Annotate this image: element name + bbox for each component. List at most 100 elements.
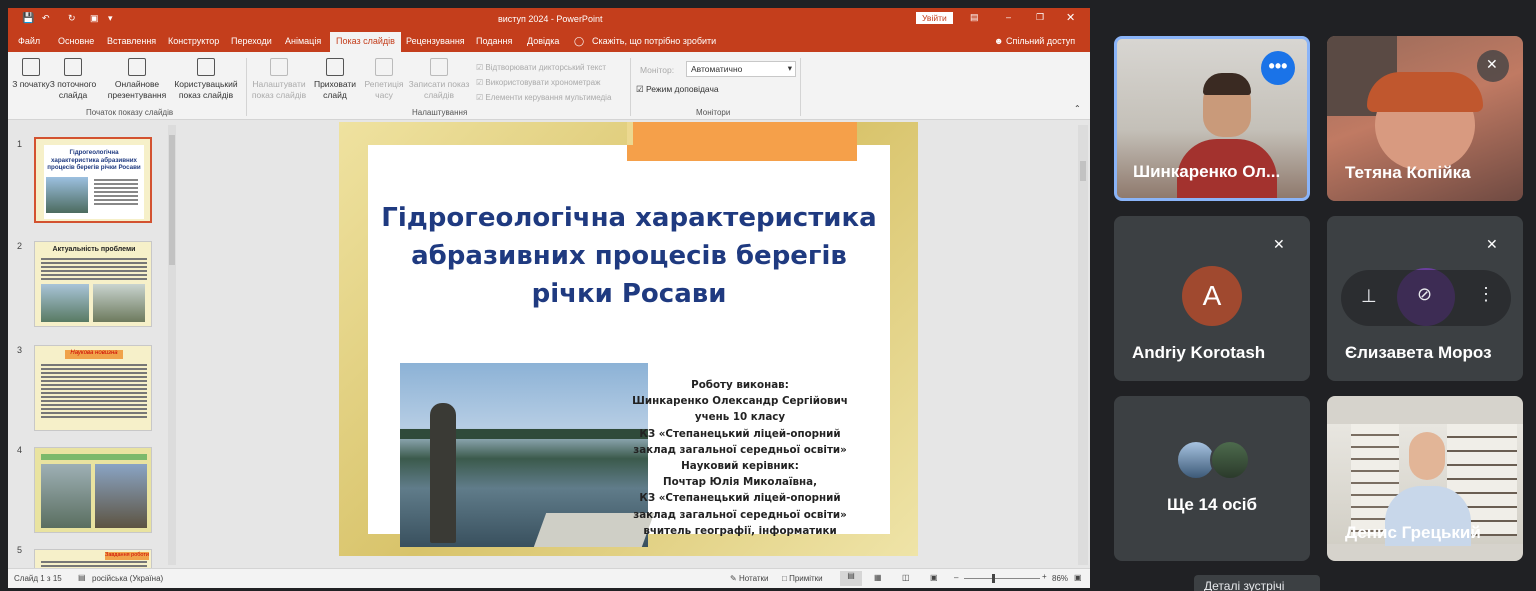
share-button[interactable]: ☻ Спільний доступ: [994, 36, 1075, 46]
zoom-slider[interactable]: [964, 578, 1040, 579]
record-icon: [430, 58, 448, 76]
notes-button[interactable]: ✎ Нотатки: [730, 574, 768, 583]
participant-tile[interactable]: ✕ A Andriy Korotash: [1114, 216, 1310, 381]
share-label: Спільний доступ: [1005, 36, 1076, 46]
more-options-icon[interactable]: •••: [1261, 51, 1295, 85]
thumbnail-slide-4[interactable]: [34, 447, 152, 533]
custom-show-icon: [197, 58, 215, 76]
timings-label: Використовувати хронометраж: [485, 78, 601, 87]
current-slide[interactable]: Гідрогеологічна характеристика абразивни…: [339, 122, 918, 556]
minimize-icon[interactable]: –: [1006, 12, 1011, 22]
avatar: A: [1182, 266, 1242, 326]
narration-checkbox[interactable]: ☑ Відтворювати дикторський текст: [476, 60, 626, 75]
thumbnails-scrollbar[interactable]: [168, 125, 176, 565]
close-icon[interactable]: ✕: [1066, 11, 1075, 24]
thumbnail-photo: [46, 177, 88, 213]
setup-show-button[interactable]: Налаштувати показ слайдів: [250, 58, 308, 101]
from-start-button[interactable]: З початку: [12, 58, 50, 90]
custom-show-button[interactable]: Користувацький показ слайдів: [172, 58, 240, 101]
spellcheck-icon[interactable]: ▤: [78, 573, 86, 582]
customize-toolbar-icon[interactable]: ▾: [108, 13, 113, 24]
timings-checkbox[interactable]: ☑ Використовувати хронометраж: [476, 75, 626, 90]
video-hair: [1203, 73, 1251, 95]
participant-tile[interactable]: ✕ Тетяна Копійка: [1327, 36, 1523, 201]
slide-sorter-icon[interactable]: ▦: [874, 573, 882, 582]
undo-icon[interactable]: ↶: [42, 13, 50, 24]
participant-tile[interactable]: ✕ ⊥ ⊘ ⋮ Єлизавета Мороз: [1327, 216, 1523, 381]
comments-label: Примітки: [789, 574, 823, 583]
save-icon[interactable]: 💾: [22, 13, 34, 24]
rehearse-button[interactable]: Репетиція часу: [362, 58, 406, 101]
scrollbar-thumb[interactable]: [169, 135, 175, 265]
participant-tile[interactable]: Денис Грецький: [1327, 396, 1523, 561]
media-controls-checkbox[interactable]: ☑ Елементи керування мультимедіа: [476, 90, 626, 105]
tab-animations[interactable]: Анімація: [285, 36, 321, 46]
comments-button[interactable]: □ Примітки: [782, 574, 823, 583]
slide-author-block: Роботу виконав: Шинкаренко Олександр Сер…: [624, 377, 856, 539]
participant-name: Тетяна Копійка: [1345, 163, 1471, 182]
more-vert-icon[interactable]: ⋮: [1477, 284, 1495, 305]
lightbulb-icon: ◯: [574, 36, 585, 46]
pin-icon[interactable]: ⊥: [1361, 286, 1377, 307]
tab-review[interactable]: Рецензування: [406, 36, 465, 46]
editor-scrollbar[interactable]: [1078, 125, 1088, 565]
author-line: Шинкаренко Олександр Сергійович: [632, 395, 848, 408]
from-current-button[interactable]: З поточного слайда: [48, 58, 98, 101]
tab-insert[interactable]: Вставлення: [107, 36, 156, 46]
from-current-label: З поточного слайда: [49, 79, 97, 100]
fit-slide-icon[interactable]: ▣: [1074, 573, 1082, 582]
ribbon-options-icon[interactable]: ▤: [970, 12, 979, 23]
ribbon-tabs: Файл Основне Вставлення Конструктор Пере…: [8, 30, 1090, 52]
tab-design[interactable]: Конструктор: [168, 36, 219, 46]
zoom-in-icon[interactable]: +: [1042, 572, 1047, 581]
photo-person: [430, 403, 456, 543]
online-present-button[interactable]: Онлайнове презентування: [104, 58, 170, 101]
hide-slide-button[interactable]: Приховати слайд: [312, 58, 358, 101]
thumbnail-text-lines: [41, 364, 147, 366]
present-icon[interactable]: ▣: [90, 13, 99, 24]
tab-transitions[interactable]: Переходи: [231, 36, 272, 46]
tab-home[interactable]: Основне: [58, 36, 94, 46]
reading-view-icon[interactable]: ◫: [902, 573, 910, 582]
scrollbar-thumb[interactable]: [1080, 161, 1086, 181]
thumbnail-slide-2[interactable]: Актуальність проблеми: [34, 241, 152, 327]
record-label: Записати показ слайдів: [408, 79, 470, 100]
zoom-level[interactable]: 86%: [1052, 574, 1068, 583]
zoom-slider-thumb[interactable]: [992, 574, 995, 583]
presenter-view-checkbox[interactable]: ☑ Режим доповідача: [636, 84, 719, 95]
meeting-details-tooltip[interactable]: Деталі зустрічі: [1194, 575, 1320, 591]
thumbnail-slide-1[interactable]: Гідрогеологічна характеристика абразивни…: [34, 137, 152, 223]
thumbnail-title: Наукова новизна: [65, 350, 123, 359]
normal-view-icon[interactable]: ▤: [840, 571, 862, 586]
tab-slideshow[interactable]: Показ слайдів: [330, 32, 401, 52]
restore-icon[interactable]: ❐: [1036, 12, 1044, 23]
monitor-select[interactable]: Автоматично ▾: [686, 61, 796, 77]
thumbnail-number: 3: [17, 345, 23, 355]
collapse-ribbon-icon[interactable]: ⌃: [1074, 104, 1081, 113]
thumbnail-slide-5[interactable]: Завдання роботи: [34, 549, 152, 569]
signin-button[interactable]: Увійти: [916, 12, 953, 24]
zoom-out-icon[interactable]: –: [954, 573, 958, 582]
slideshow-view-icon[interactable]: ▣: [930, 573, 938, 582]
more-participants-label: Ще 14 осіб: [1167, 495, 1257, 514]
presenter-view-label: Режим доповідача: [645, 84, 719, 94]
tell-me-input[interactable]: Скажіть, що потрібно зробити: [592, 36, 716, 46]
author-line: учень 10 класу: [694, 411, 786, 424]
participant-tile[interactable]: Ще 14 осіб: [1114, 396, 1310, 561]
record-button[interactable]: Записати показ слайдів: [408, 58, 470, 101]
tab-view[interactable]: Подання: [476, 36, 512, 46]
monitor-label: Монітор:: [640, 65, 675, 75]
remove-icon[interactable]: ⊘: [1417, 284, 1432, 305]
redo-icon[interactable]: ↻: [68, 13, 76, 24]
thumbnail-text-lines: [41, 561, 147, 563]
tab-file[interactable]: Файл: [18, 36, 40, 46]
title-bar: 💾 ↶ ↻ ▣ ▾ виступ 2024 - PowerPoint Увійт…: [8, 8, 1090, 30]
language-indicator[interactable]: російська (Україна): [92, 574, 163, 583]
author-line: КЗ «Степанецький ліцей-опорний: [639, 427, 841, 440]
participant-tile[interactable]: ••• Шинкаренко Ол...: [1114, 36, 1310, 201]
group-start-label: Початок показу слайдів: [86, 108, 174, 117]
thumbnail-title: Актуальність проблеми: [52, 246, 136, 253]
tab-help[interactable]: Довідка: [527, 36, 559, 46]
author-line: Роботу виконав:: [691, 379, 789, 391]
thumbnail-slide-3[interactable]: Наукова новизна: [34, 345, 152, 431]
